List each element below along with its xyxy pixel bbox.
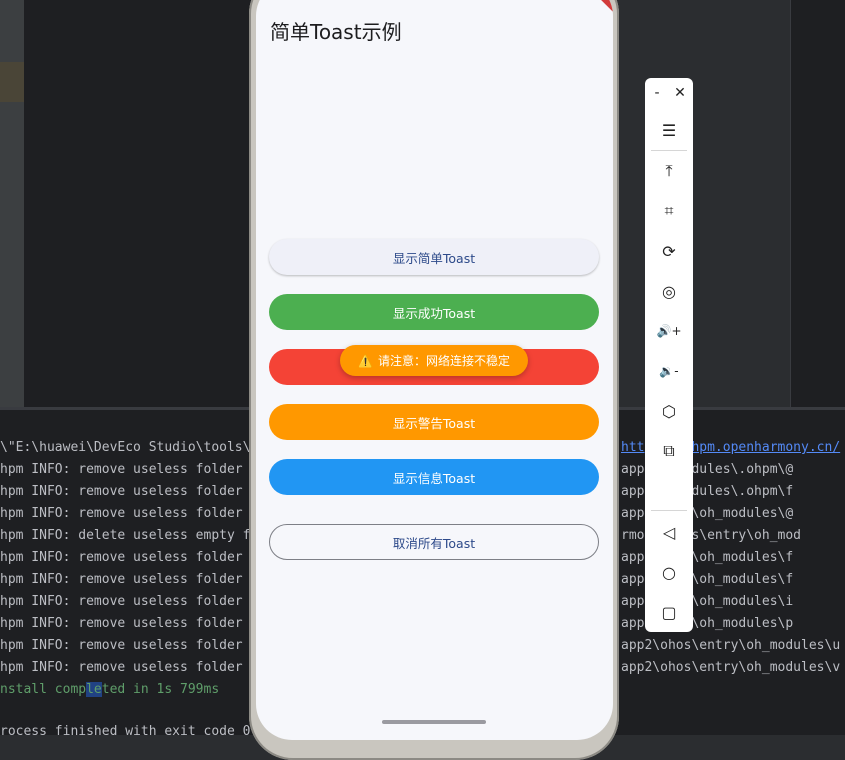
- cancel-all-toasts-button[interactable]: 取消所有Toast: [269, 524, 599, 560]
- install-text-before: nstall comp: [0, 682, 87, 697]
- process-finished-line: rocess finished with exit code 0: [0, 724, 251, 739]
- show-warning-toast-button[interactable]: 显示警告Toast: [269, 404, 599, 440]
- recent-apps-icon[interactable]: ▢: [645, 596, 693, 628]
- console-line: hpm INFO: remove useless folder: [0, 462, 243, 477]
- phone-screen[interactable]: 简单Toast示例 显示简单Toast 显示成功Toast 显示警告Toast …: [256, 0, 613, 740]
- screenshot-icon[interactable]: ◎: [645, 275, 693, 307]
- volume-down-icon[interactable]: 🔉-: [645, 355, 693, 387]
- selected-text: le: [86, 682, 102, 697]
- console-line: hpm INFO: remove useless folder: [0, 484, 243, 499]
- console-line: hpm INFO: delete useless empty f: [0, 528, 251, 543]
- menu-icon[interactable]: ☰: [645, 114, 693, 146]
- rotate-icon[interactable]: ⟳: [645, 235, 693, 267]
- toolbar-divider: [651, 510, 687, 511]
- console-line: app2\ohos\entry\oh_modules\v: [621, 660, 841, 675]
- console-line: hpm INFO: remove useless folder: [0, 638, 243, 653]
- pin-to-top-icon[interactable]: ⤒: [645, 155, 693, 187]
- home-indicator-bar[interactable]: [382, 720, 486, 724]
- multi-device-icon[interactable]: ⧉: [645, 435, 693, 467]
- install-text-after: ted in 1s 799ms: [101, 682, 220, 697]
- emulator-toolbar: - ✕ ☰ ⤒ ⌗ ⟳ ◎ 🔊+ 🔉- ⬡ ⧉ ◁ ○ ▢: [645, 78, 693, 632]
- volume-up-icon[interactable]: 🔊+: [645, 315, 693, 347]
- page-title: 简单Toast示例: [270, 20, 402, 44]
- ide-gutter-highlight: [0, 62, 24, 102]
- code-editor[interactable]: [24, 0, 254, 408]
- shake-icon[interactable]: ⬡: [645, 395, 693, 427]
- warning-icon: ⚠️: [358, 353, 373, 368]
- toolbar-divider: [651, 150, 687, 151]
- install-status-line: nstall completed in 1s 799ms: [0, 679, 219, 701]
- console-line: hpm INFO: remove useless folder: [0, 572, 243, 587]
- console-line: hpm INFO: remove useless folder: [0, 506, 243, 521]
- crop-icon[interactable]: ⌗: [645, 195, 693, 227]
- show-simple-toast-button[interactable]: 显示简单Toast: [269, 239, 599, 275]
- ide-right-edge: [790, 0, 845, 408]
- console-line: \"E:\huawei\DevEco Studio\tools\: [0, 440, 251, 455]
- show-success-toast-button[interactable]: 显示成功Toast: [269, 294, 599, 330]
- debug-ribbon: [574, 0, 613, 23]
- console-line: app2\ohos\entry\oh_modules\u: [621, 638, 841, 653]
- back-icon[interactable]: ◁: [645, 516, 693, 548]
- toast-text: 请注意：网络连接不稳定: [377, 354, 510, 368]
- console-line: hpm INFO: remove useless folder: [0, 594, 243, 609]
- console-line: hpm INFO: remove useless folder: [0, 616, 243, 631]
- console-line: hpm INFO: remove useless folder: [0, 550, 243, 565]
- console-line: hpm INFO: remove useless folder: [0, 660, 243, 675]
- home-icon[interactable]: ○: [645, 556, 693, 588]
- show-info-toast-button[interactable]: 显示信息Toast: [269, 459, 599, 495]
- close-icon[interactable]: ✕: [670, 82, 690, 104]
- toast-message: ⚠️ 请注意：网络连接不稳定: [340, 345, 528, 376]
- minimize-icon[interactable]: -: [647, 82, 667, 104]
